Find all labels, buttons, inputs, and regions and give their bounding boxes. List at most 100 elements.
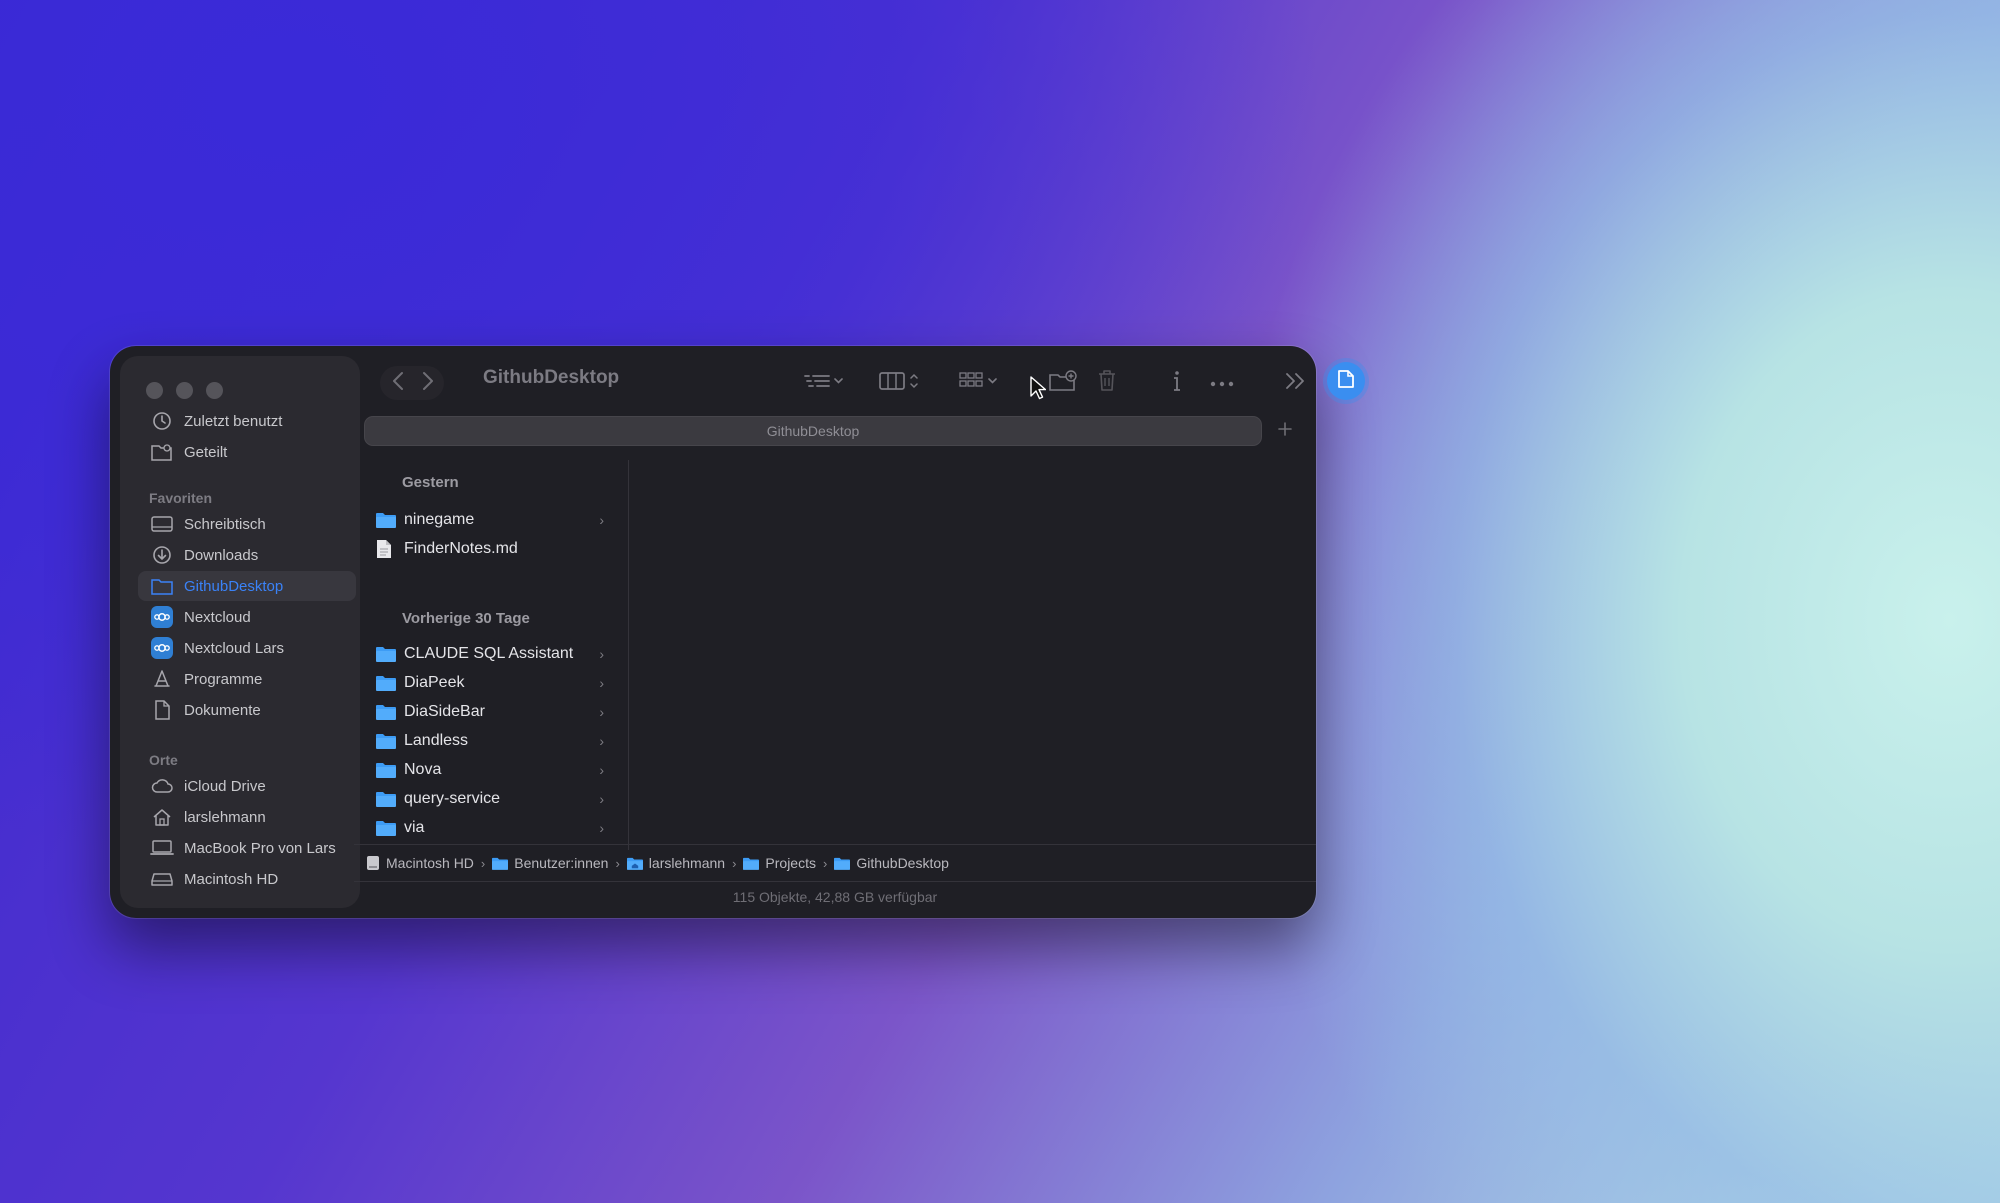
status-text: 115 Objekte, 42,88 GB verfügbar: [732, 889, 938, 905]
sidebar-item-label: Macintosh HD: [184, 870, 279, 888]
nextcloud-icon: [150, 605, 174, 629]
path-segment-label: larslehmann: [648, 855, 726, 871]
floating-notes-button[interactable]: [1327, 362, 1365, 400]
document-icon: [150, 698, 174, 722]
chevron-right-icon: ›: [599, 820, 604, 836]
path-segment-label: Macintosh HD: [386, 855, 474, 871]
sidebar-item-documents[interactable]: Dokumente: [138, 695, 356, 725]
list-item-findernotes[interactable]: FinderNotes.md: [364, 535, 618, 563]
folder-icon: [376, 673, 396, 693]
list-item-nova[interactable]: Nova ›: [364, 756, 618, 784]
tab-githubdesktop[interactable]: GithubDesktop: [364, 416, 1262, 446]
zoom-window-button[interactable]: [206, 382, 223, 399]
folder-icon: [492, 857, 509, 870]
new-folder-icon: [1048, 369, 1078, 397]
toolbar: GithubDesktop: [370, 346, 1316, 418]
new-folder-button[interactable]: [1045, 368, 1081, 398]
double-chevron-right-icon: [1284, 371, 1306, 396]
path-segment-githubdesktop[interactable]: GithubDesktop: [834, 855, 949, 871]
file-column: Gestern ninegame › FinderNotes.md Vorher…: [354, 460, 629, 850]
desktop-icon: [150, 512, 174, 536]
minimize-window-button[interactable]: [176, 382, 193, 399]
item-name: Landless: [404, 732, 469, 749]
sidebar-item-shared[interactable]: Geteilt: [138, 437, 356, 467]
close-window-button[interactable]: [146, 382, 163, 399]
item-name: DiaSideBar: [404, 703, 485, 720]
new-tab-button[interactable]: [1272, 418, 1298, 444]
sidebar-item-downloads[interactable]: Downloads: [138, 540, 356, 570]
sidebar-item-desktop[interactable]: Schreibtisch: [138, 509, 356, 539]
home-folder-icon: [626, 857, 643, 870]
group-header-yesterday: Gestern: [402, 474, 459, 491]
toolbar-overflow-button[interactable]: [1280, 368, 1310, 398]
nextcloud-icon: [150, 636, 174, 660]
list-item-query-service[interactable]: query-service ›: [364, 785, 618, 813]
sidebar-item-nextcloud[interactable]: Nextcloud: [138, 602, 356, 632]
list-item-landless[interactable]: Landless ›: [364, 727, 618, 755]
chevron-right-icon: ›: [599, 512, 604, 528]
list-item-via[interactable]: via ›: [364, 814, 618, 842]
sidebar-item-label: Nextcloud: [184, 608, 251, 626]
cloud-icon: [150, 774, 174, 798]
path-segment-label: Benutzer:innen: [514, 855, 609, 871]
sidebar-section-favorites: Favoriten: [149, 490, 213, 506]
chevron-left-icon: [392, 371, 404, 396]
sidebar-item-icloud-drive[interactable]: iCloud Drive: [138, 771, 356, 801]
sidebar-item-home[interactable]: larslehmann: [138, 802, 356, 832]
status-bar: 115 Objekte, 42,88 GB verfügbar: [354, 882, 1316, 912]
folder-icon: [376, 789, 396, 809]
sidebar-item-label: Schreibtisch: [184, 515, 266, 533]
chevron-right-icon: ›: [599, 646, 604, 662]
path-segment-home[interactable]: larslehmann: [626, 855, 726, 871]
sidebar-item-label: Geteilt: [184, 443, 228, 461]
column-view-icon: [878, 370, 922, 397]
clock-icon: [150, 409, 174, 433]
sidebar-section-locations: Orte: [149, 752, 178, 768]
folder-icon: [376, 702, 396, 722]
folder-icon: [376, 818, 396, 838]
sidebar-item-githubdesktop[interactable]: GithubDesktop: [138, 571, 356, 601]
sidebar-item-macintosh-hd[interactable]: Macintosh HD: [138, 864, 356, 894]
item-name: CLAUDE SQL Assistant: [404, 645, 574, 662]
sidebar-item-macbook[interactable]: MacBook Pro von Lars: [138, 833, 356, 863]
finder-window: Zuletzt benutzt Geteilt Favoriten Schrei…: [110, 346, 1316, 918]
plus-icon: [1277, 421, 1293, 442]
path-segment-macintosh-hd[interactable]: Macintosh HD: [366, 855, 474, 871]
forward-button[interactable]: [414, 368, 442, 398]
folder-icon: [376, 760, 396, 780]
sidebar-item-recents[interactable]: Zuletzt benutzt: [138, 406, 356, 436]
group-menu-button[interactable]: [955, 368, 1005, 398]
list-item-diapeek[interactable]: DiaPeek ›: [364, 669, 618, 697]
list-item-ninegame[interactable]: ninegame ›: [364, 506, 618, 534]
list-sort-icon: [803, 371, 847, 396]
disk-icon: [366, 855, 380, 871]
sidebar-item-nextcloud-lars[interactable]: Nextcloud Lars: [138, 633, 356, 663]
item-name: Nova: [404, 761, 442, 778]
list-item-claude-sql-assistant[interactable]: CLAUDE SQL Assistant ›: [364, 640, 618, 668]
more-actions-button[interactable]: [1207, 368, 1237, 398]
path-segment-label: Projects: [765, 855, 816, 871]
path-segment-projects[interactable]: Projects: [743, 855, 816, 871]
chevron-right-icon: ›: [599, 791, 604, 807]
trash-button[interactable]: [1092, 366, 1122, 398]
back-button[interactable]: [384, 368, 412, 398]
folder-icon: [834, 857, 851, 870]
folder-icon: [376, 644, 396, 664]
sidebar-item-label: Programme: [184, 670, 263, 688]
sort-menu-button[interactable]: [800, 368, 850, 398]
chevron-right-icon: ›: [599, 762, 604, 778]
ellipsis-icon: [1210, 374, 1234, 392]
chevron-right-icon: ›: [599, 675, 604, 691]
trash-icon: [1096, 368, 1118, 397]
sidebar-item-applications[interactable]: Programme: [138, 664, 356, 694]
sidebar-item-label: iCloud Drive: [184, 777, 266, 795]
path-segment-users[interactable]: Benutzer:innen: [492, 855, 608, 871]
list-item-diasidebar[interactable]: DiaSideBar ›: [364, 698, 618, 726]
path-segment-label: GithubDesktop: [856, 855, 949, 871]
item-name: query-service: [404, 790, 501, 807]
view-mode-button[interactable]: [875, 368, 925, 398]
note-icon: [1337, 369, 1355, 394]
grid-icon: [958, 370, 1002, 397]
info-button[interactable]: [1165, 368, 1189, 398]
path-separator-icon: ›: [480, 855, 486, 871]
